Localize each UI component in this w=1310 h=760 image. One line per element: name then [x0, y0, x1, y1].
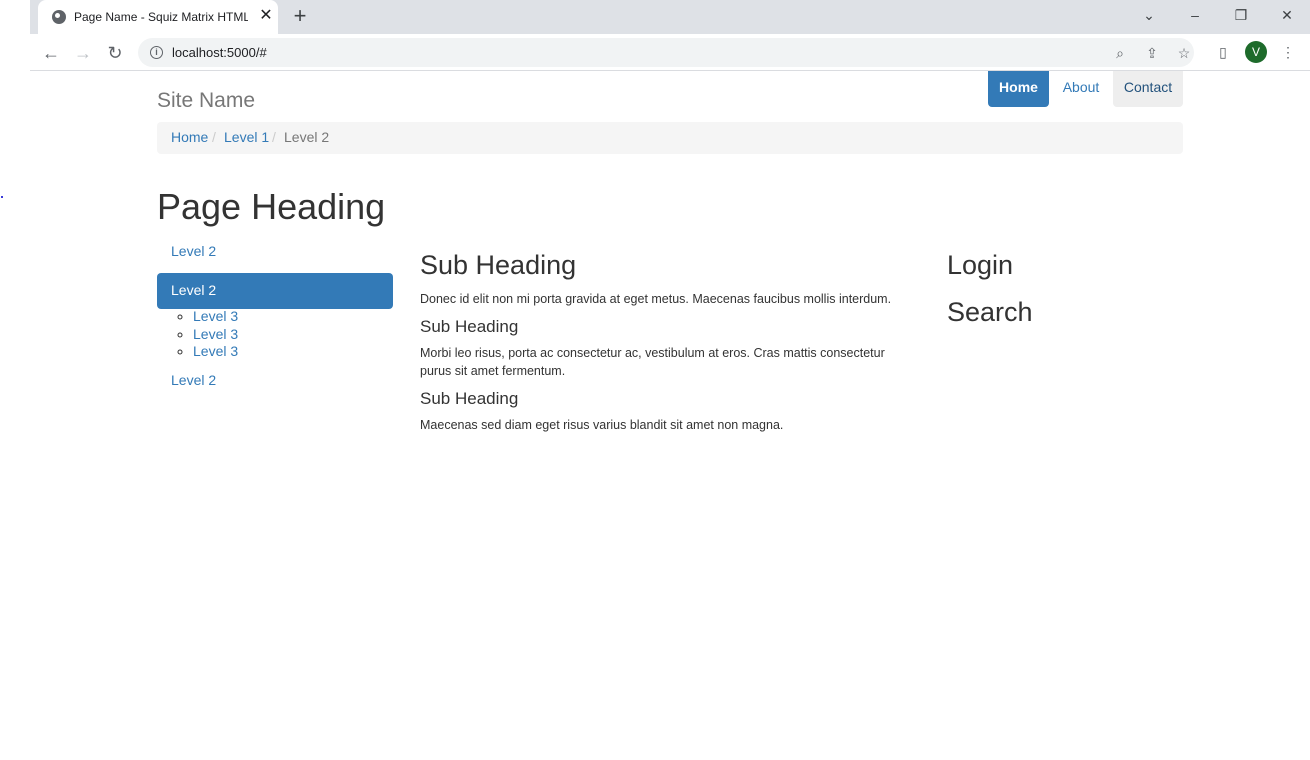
- close-tab-icon[interactable]: ✕: [256, 6, 276, 26]
- breadcrumb-level1[interactable]: Level 1: [224, 129, 269, 145]
- stray-dot: [1, 196, 3, 198]
- site-name[interactable]: Site Name: [157, 89, 255, 113]
- list-item: Level 3: [193, 343, 238, 361]
- login-heading: Login: [947, 250, 1014, 280]
- section-paragraph: Maecenas sed diam eget risus varius blan…: [420, 418, 784, 432]
- breadcrumb-home[interactable]: Home: [171, 129, 208, 145]
- sidenav-subitem-level3[interactable]: Level 3: [193, 343, 238, 359]
- browser-tab-bar: Page Name - Squiz Matrix HTML ✕ + ⌄ – ❐ …: [30, 0, 1310, 34]
- url-text[interactable]: localhost:5000/#: [172, 45, 267, 60]
- section-paragraph: purus sit amet fermentum.: [420, 364, 566, 378]
- sidenav-item-level2-active[interactable]: Level 2: [157, 273, 393, 309]
- sidenav-sublist: Level 3 Level 3 Level 3: [177, 308, 238, 361]
- list-item: Level 3: [193, 308, 238, 326]
- side-panel-icon[interactable]: ▯: [1212, 41, 1234, 63]
- section-heading: Sub Heading: [420, 317, 519, 336]
- section-heading: Sub Heading: [420, 389, 519, 408]
- globe-icon: [52, 10, 66, 24]
- page-heading: Page Heading: [157, 186, 386, 227]
- main-sub-heading: Sub Heading: [420, 250, 577, 280]
- reload-icon[interactable]: ↻: [102, 40, 128, 66]
- minimize-button[interactable]: –: [1182, 4, 1208, 26]
- close-window-button[interactable]: ✕: [1274, 4, 1300, 26]
- new-tab-button[interactable]: +: [288, 5, 312, 29]
- tab-search-icon[interactable]: ⌄: [1136, 4, 1162, 26]
- share-icon[interactable]: ⇪: [1142, 43, 1162, 63]
- back-icon[interactable]: ←: [38, 40, 64, 66]
- browser-toolbar: ← → ↻ i localhost:5000/# ⌕ ⇪ ☆ ▯ V ⋮: [30, 34, 1310, 71]
- sidenav-subitem-level3[interactable]: Level 3: [193, 308, 238, 324]
- tab-title: Page Name - Squiz Matrix HTML: [74, 10, 248, 24]
- site-info-icon[interactable]: i: [150, 46, 163, 59]
- zoom-icon[interactable]: ⌕: [1110, 43, 1130, 63]
- menu-icon[interactable]: ⋮: [1277, 41, 1299, 63]
- address-bar[interactable]: i localhost:5000/# ⌕ ⇪ ☆: [138, 38, 1194, 67]
- section-paragraph: Morbi leo risus, porta ac consectetur ac…: [420, 346, 885, 360]
- nav-about[interactable]: About: [1054, 71, 1108, 107]
- list-item: Level 3: [193, 326, 238, 344]
- intro-paragraph: Donec id elit non mi porta gravida at eg…: [420, 292, 892, 306]
- restore-button[interactable]: ❐: [1228, 4, 1254, 26]
- profile-avatar[interactable]: V: [1245, 41, 1267, 63]
- breadcrumb: Home / Level 1 / Level 2: [157, 122, 1183, 154]
- nav-home[interactable]: Home: [988, 71, 1049, 107]
- sidenav-subitem-level3[interactable]: Level 3: [193, 326, 238, 342]
- sidenav-item-level2[interactable]: Level 2: [157, 237, 393, 273]
- breadcrumb-separator: /: [212, 129, 216, 145]
- sidenav-item-level2[interactable]: Level 2: [157, 366, 393, 402]
- browser-tab[interactable]: Page Name - Squiz Matrix HTML ✕: [38, 0, 278, 34]
- breadcrumb-separator: /: [272, 129, 276, 145]
- breadcrumb-current: Level 2: [284, 129, 330, 145]
- forward-icon[interactable]: →: [70, 40, 96, 66]
- nav-contact[interactable]: Contact: [1113, 71, 1183, 107]
- search-heading: Search: [947, 297, 1033, 327]
- bookmark-star-icon[interactable]: ☆: [1174, 43, 1194, 63]
